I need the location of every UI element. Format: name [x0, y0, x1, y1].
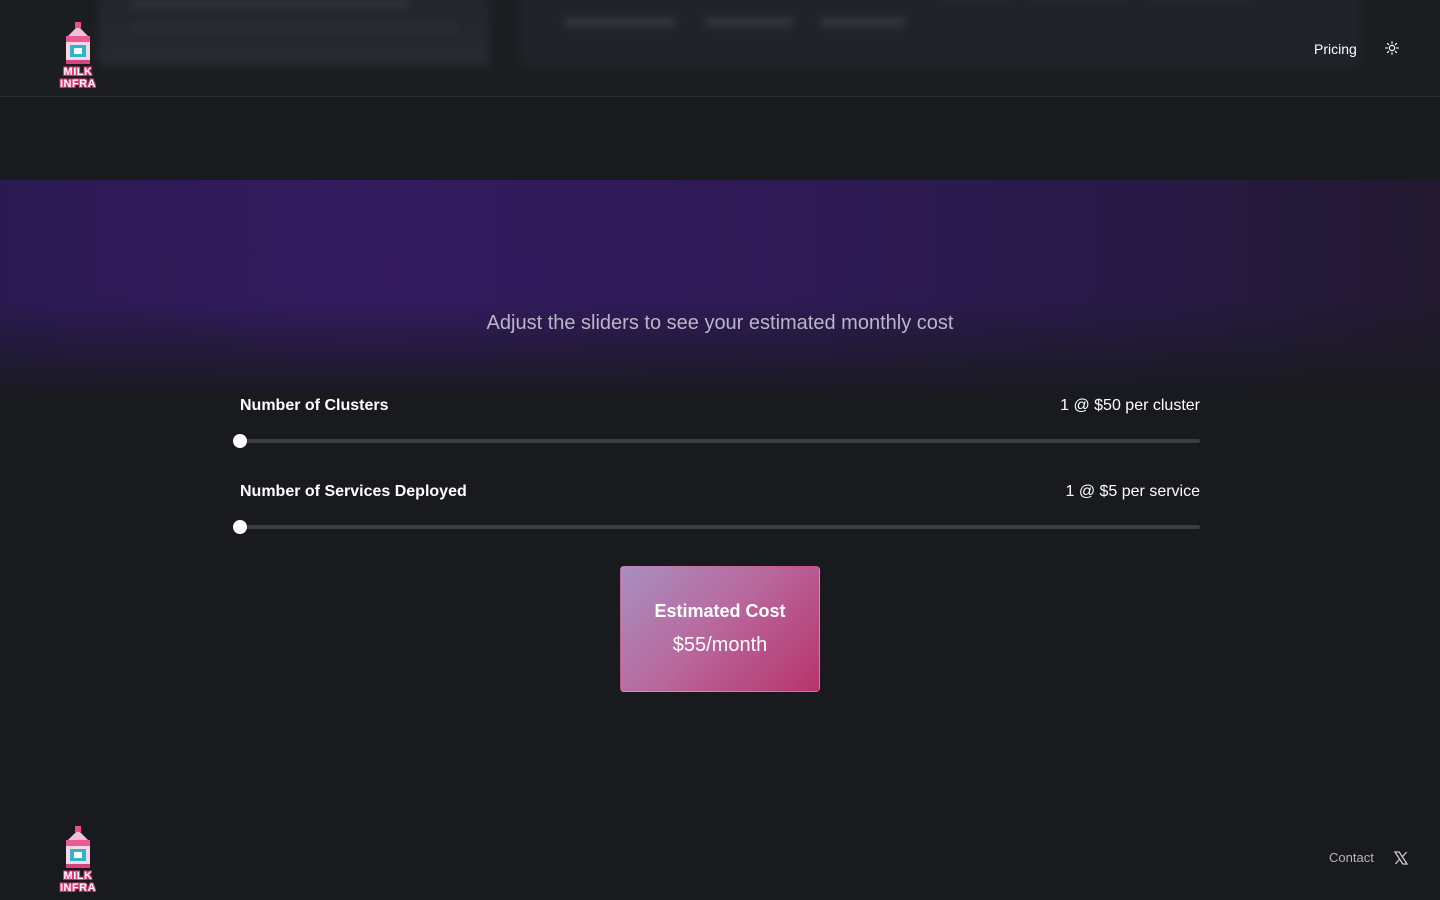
clusters-slider[interactable] [233, 434, 1200, 448]
services-slider[interactable] [233, 520, 1200, 534]
x-social-link[interactable] [1393, 850, 1409, 866]
top-nav: MILK INFRA Pricing [0, 0, 1440, 97]
brand-logo[interactable]: MILK INFRA [44, 22, 112, 90]
footer-brand-logo[interactable]: MILK INFRA [44, 826, 112, 894]
estimated-cost-value: $55/month [672, 634, 768, 656]
services-slider-label: Number of Services Deployed [240, 483, 467, 500]
blurred-card [520, 0, 1360, 68]
x-icon [1393, 851, 1409, 865]
blurred-background-content [0, 0, 1440, 96]
blurred-card [98, 0, 490, 66]
clusters-slider-label: Number of Clusters [240, 397, 389, 414]
estimated-cost-title: Estimated Cost [654, 601, 786, 621]
slider-header: Number of Services Deployed 1 @ $5 per s… [240, 482, 1200, 502]
clusters-slider-value: 1 @ $50 per cluster [1060, 397, 1200, 414]
services-slider-thumb[interactable] [233, 520, 247, 534]
pricing-page: MILK INFRA Pricing Adjust the sliders to [0, 0, 1440, 900]
brand-logo-text: MILK INFRA [59, 66, 97, 90]
pricing-subtitle: Adjust the sliders to see your estimated… [486, 312, 954, 334]
sun-icon [1385, 41, 1399, 55]
estimated-cost-card: Estimated Cost $55/month [620, 566, 820, 692]
slider-header: Number of Clusters 1 @ $50 per cluster [240, 396, 1200, 416]
footer-brand-logo-text: MILK INFRA [59, 870, 97, 894]
footer-contact-link[interactable]: Contact [1329, 850, 1374, 866]
clusters-slider-group: Number of Clusters 1 @ $50 per cluster [233, 396, 1200, 448]
theme-toggle-button[interactable] [1382, 38, 1402, 58]
services-slider-value: 1 @ $5 per service [1065, 483, 1200, 500]
hero-gradient-band [0, 180, 1440, 400]
services-slider-group: Number of Services Deployed 1 @ $5 per s… [233, 482, 1200, 534]
clusters-slider-thumb[interactable] [233, 434, 247, 448]
nav-link-pricing[interactable]: Pricing [1314, 40, 1357, 58]
